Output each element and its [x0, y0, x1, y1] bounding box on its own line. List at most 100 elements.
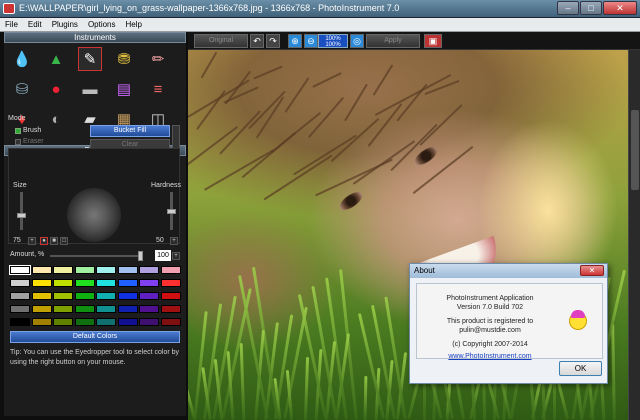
stamp-icon[interactable]: ⛃	[112, 47, 136, 71]
brush-tool-icon[interactable]: ✎	[78, 47, 102, 71]
color-swatch[interactable]	[53, 318, 73, 326]
color-swatch[interactable]	[53, 266, 73, 274]
square-brush-icon[interactable]: ■	[50, 237, 58, 245]
color-swatch[interactable]	[96, 305, 116, 313]
color-swatch[interactable]	[74, 266, 95, 274]
menu-edit[interactable]: Edit	[23, 18, 47, 31]
color-swatch[interactable]	[117, 305, 138, 313]
color-swatch[interactable]	[160, 305, 181, 313]
color-swatch[interactable]	[160, 266, 181, 274]
color-swatch[interactable]	[139, 279, 159, 287]
color-swatch[interactable]	[117, 292, 138, 300]
amount-slider-knob[interactable]	[138, 251, 144, 261]
bucket-icon[interactable]: ⛁	[10, 77, 34, 101]
about-close-button[interactable]: ✕	[580, 265, 604, 276]
hair-strand	[219, 110, 261, 155]
amount-slider-track[interactable]	[50, 255, 142, 257]
hardness-label: Hardness	[151, 182, 181, 189]
default-colors-button[interactable]: Default Colors	[10, 331, 180, 343]
color-swatch[interactable]	[10, 279, 30, 287]
color-swatch[interactable]	[96, 279, 116, 287]
water-drop-icon[interactable]: 💧	[10, 47, 34, 71]
round-brush-icon[interactable]: ●	[40, 237, 48, 245]
color-swatch[interactable]	[53, 305, 73, 313]
hair-strand	[374, 73, 452, 117]
color-swatch[interactable]	[74, 318, 95, 326]
hair-strand	[253, 65, 283, 80]
hair-strand	[352, 140, 416, 185]
color-swatch[interactable]	[74, 292, 95, 300]
about-dialog: About ✕ PhotoInstrument Application Vers…	[409, 263, 608, 384]
color-swatch[interactable]	[74, 305, 95, 313]
about-website-link[interactable]: www.PhotoInstrument.com	[425, 353, 555, 360]
color-swatch[interactable]	[160, 292, 181, 300]
smiley-icon	[569, 310, 587, 330]
menu-options[interactable]: Options	[83, 18, 121, 31]
color-swatch[interactable]	[31, 279, 52, 287]
hardness-spin-icon[interactable]: +	[170, 237, 178, 245]
color-swatch[interactable]	[160, 279, 181, 287]
color-swatch[interactable]	[117, 266, 138, 274]
image-thumbnail-icon[interactable]: ▣	[424, 34, 442, 48]
color-swatch[interactable]	[117, 318, 138, 326]
color-swatch[interactable]	[31, 266, 52, 274]
color-swatch[interactable]	[96, 318, 116, 326]
fit-screen-icon[interactable]: ◎	[350, 34, 364, 48]
color-swatch[interactable]	[74, 279, 95, 287]
gradient-icon[interactable]: ▬	[78, 77, 102, 101]
undo-icon[interactable]: ↶	[250, 34, 264, 48]
apply-button[interactable]: Apply	[366, 34, 420, 48]
color-swatch[interactable]	[53, 279, 73, 287]
mode-label: Mode	[8, 115, 26, 122]
color-swatch[interactable]	[96, 266, 116, 274]
color-swatch[interactable]	[31, 318, 52, 326]
menu-file[interactable]: File	[0, 18, 23, 31]
about-info-box: PhotoInstrument Application Version 7.0 …	[416, 283, 603, 360]
amount-spin-icon[interactable]: +	[172, 252, 180, 260]
color-circle-icon[interactable]: ●	[44, 77, 68, 101]
minimize-button[interactable]: –	[557, 1, 579, 15]
hardness-slider-knob[interactable]	[167, 208, 176, 214]
menu-help[interactable]: Help	[121, 18, 147, 31]
color-swatch[interactable]	[160, 318, 181, 326]
color-swatch[interactable]	[31, 305, 52, 313]
redo-icon[interactable]: ↷	[266, 34, 280, 48]
original-button[interactable]: Original	[194, 34, 248, 48]
color-swatch[interactable]	[117, 279, 138, 287]
eraser-radio[interactable]: Eraser	[15, 138, 44, 145]
color-swatch[interactable]	[139, 318, 159, 326]
size-spin-icon[interactable]: +	[28, 237, 36, 245]
hair-strand	[263, 154, 333, 201]
color-swatch[interactable]	[31, 292, 52, 300]
mode-spin[interactable]	[172, 125, 180, 149]
color-swatch[interactable]	[53, 292, 73, 300]
maximize-button[interactable]: □	[580, 1, 602, 15]
color-swatch[interactable]	[9, 265, 31, 275]
color-bars-icon[interactable]: ▤	[112, 77, 136, 101]
vertical-scrollbar[interactable]	[628, 50, 640, 420]
brush-radio[interactable]: Brush	[15, 127, 41, 134]
size-slider-track[interactable]	[20, 192, 23, 230]
scroll-thumb[interactable]	[631, 110, 639, 190]
menu-plugins[interactable]: Plugins	[47, 18, 83, 31]
color-swatch[interactable]	[10, 292, 30, 300]
outline-brush-icon[interactable]: □	[60, 237, 68, 245]
pencil-icon[interactable]: ✏	[146, 47, 170, 71]
ok-button[interactable]: OK	[559, 361, 602, 376]
green-drop-icon[interactable]: ▲	[44, 47, 68, 71]
color-swatch[interactable]	[139, 305, 159, 313]
color-swatch[interactable]	[10, 305, 30, 313]
pens-icon[interactable]: ≡	[146, 77, 170, 101]
amount-value[interactable]: 100	[155, 250, 171, 261]
zoom-in-icon[interactable]: ⊕	[288, 34, 302, 48]
color-swatch[interactable]	[139, 266, 159, 274]
color-swatch[interactable]	[139, 292, 159, 300]
close-button[interactable]: ✕	[603, 1, 637, 15]
color-swatch[interactable]	[10, 318, 30, 326]
zoom-out-icon[interactable]: ⊖	[304, 34, 318, 48]
droplet-icon[interactable]: ◐	[44, 107, 68, 131]
bucket-fill-button[interactable]: Bucket Fill	[90, 125, 170, 137]
color-swatch[interactable]	[96, 292, 116, 300]
image-eye-right	[411, 143, 441, 169]
size-slider-knob[interactable]	[17, 213, 26, 219]
